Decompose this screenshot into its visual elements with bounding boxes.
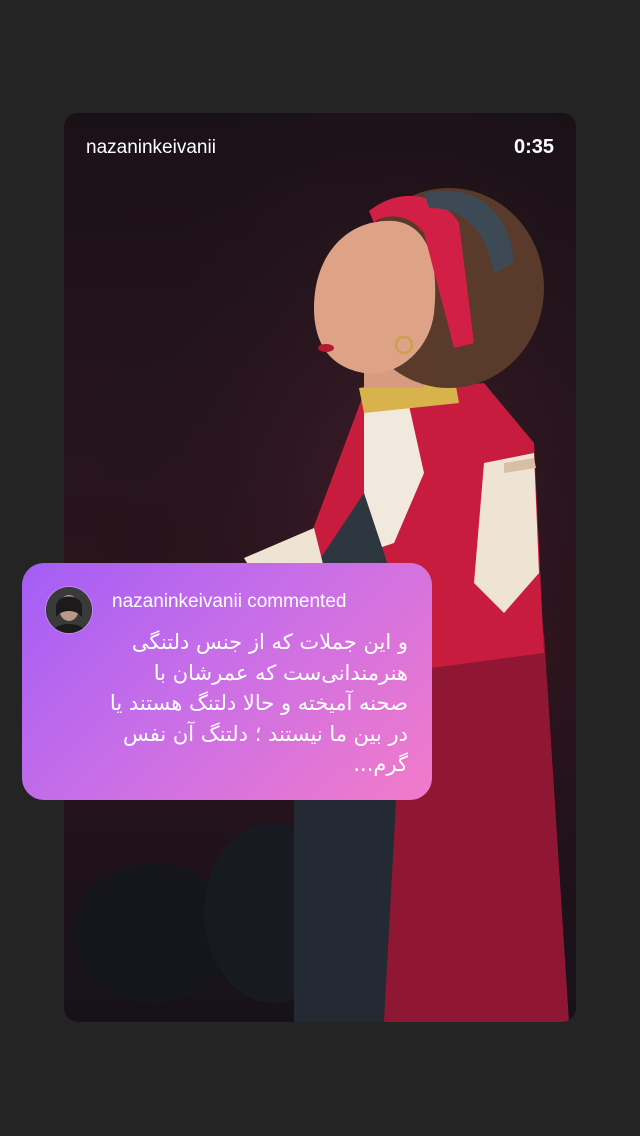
story-username[interactable]: nazaninkeivanii <box>86 137 216 159</box>
comment-text: و این جملات که از جنس دلتنگی هنرمندانی‌س… <box>109 630 408 776</box>
video-timestamp: 0:35 <box>513 136 554 158</box>
comment-sticker[interactable]: nazaninkeivanii commented و این جملات که… <box>22 563 432 800</box>
comment-header: nazaninkeivanii commented <box>112 591 347 612</box>
avatar <box>46 587 92 633</box>
